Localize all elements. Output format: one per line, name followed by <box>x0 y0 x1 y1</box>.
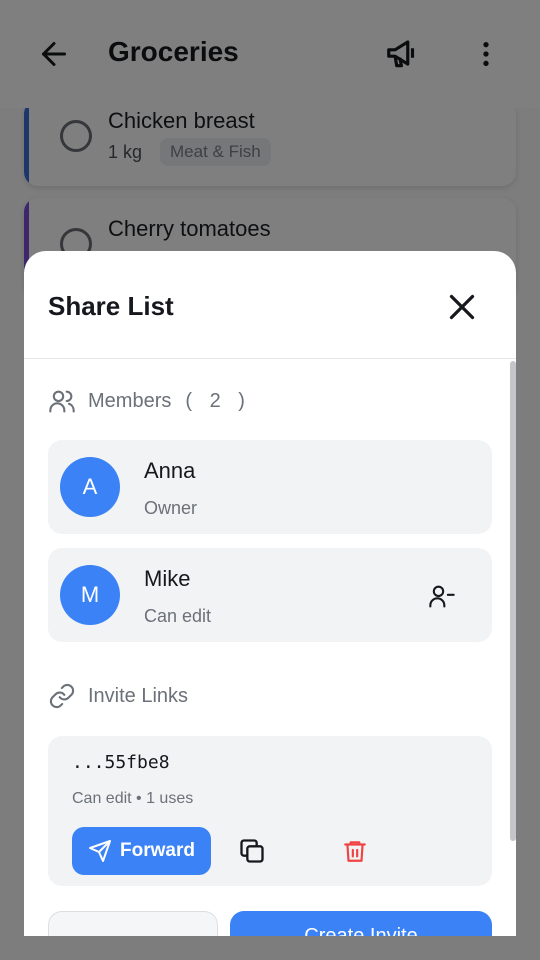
sheet-header: Share List <box>24 251 516 359</box>
users-icon <box>49 390 75 413</box>
share-list-sheet: Share List Members ( 2 ) A Anna Owner M … <box>24 251 516 936</box>
remove-member-icon[interactable] <box>428 582 456 610</box>
trash-icon[interactable] <box>342 837 368 865</box>
forward-button[interactable]: Forward <box>72 827 211 875</box>
members-heading: Members ( 2 ) <box>48 387 251 415</box>
invite-meta: Can edit • 1 uses <box>72 790 194 807</box>
invite-links-label: Invite Links <box>88 684 189 707</box>
member-role: Can edit <box>144 606 212 626</box>
close-icon[interactable] <box>444 289 480 325</box>
invite-link-card: ...55fbe8 Can edit • 1 uses Forward <box>48 736 492 886</box>
scrollbar[interactable] <box>510 361 516 841</box>
avatar: A <box>60 457 120 517</box>
sheet-title: Share List <box>48 291 174 321</box>
invite-links-heading: Invite Links <box>48 682 188 710</box>
link-icon <box>49 683 75 709</box>
member-role: Owner <box>144 498 198 518</box>
copy-icon[interactable] <box>238 837 266 865</box>
invite-code: ...55fbe8 <box>72 752 170 773</box>
avatar: M <box>60 565 120 625</box>
members-count: ( 2 ) <box>185 389 251 412</box>
member-name: Mike <box>144 566 191 591</box>
cancel-button[interactable] <box>48 911 218 936</box>
member-row[interactable]: A Anna Owner <box>48 440 492 534</box>
member-name: Anna <box>144 458 196 483</box>
send-icon <box>89 840 112 862</box>
create-invite-button[interactable]: Create Invite <box>230 911 492 936</box>
members-label: Members <box>88 389 172 412</box>
member-row[interactable]: M Mike Can edit <box>48 548 492 642</box>
forward-label: Forward <box>120 840 195 861</box>
